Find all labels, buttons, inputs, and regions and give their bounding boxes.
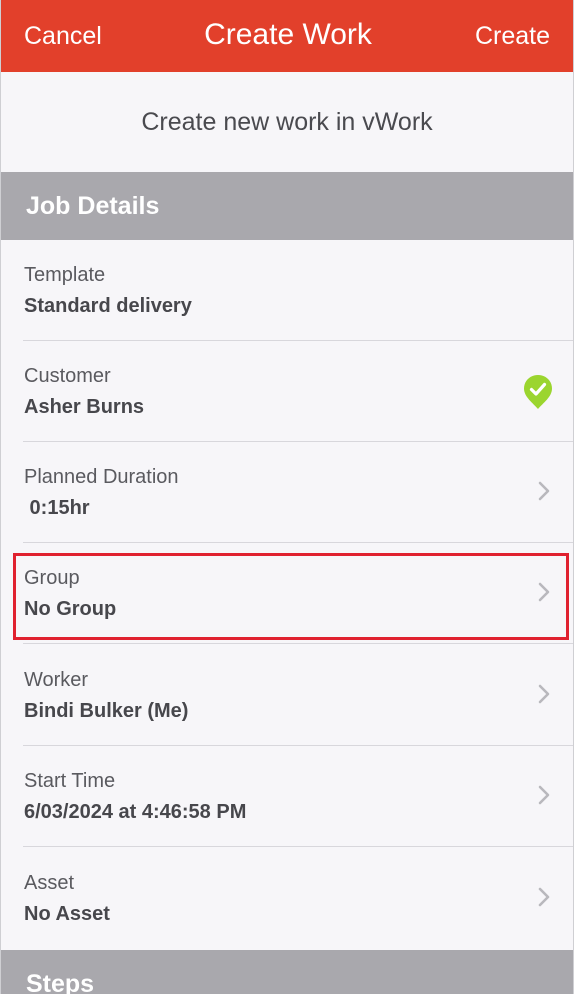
worker-value: Bindi Bulker (Me) bbox=[24, 700, 189, 722]
template-row[interactable]: Template Standard delivery bbox=[1, 240, 573, 341]
row-divider bbox=[23, 846, 573, 847]
customer-row[interactable]: Customer Asher Burns bbox=[1, 341, 573, 442]
asset-label: Asset bbox=[24, 872, 75, 894]
chevron-right-icon bbox=[538, 887, 550, 907]
group-label: Group bbox=[24, 567, 80, 589]
check-badge-icon bbox=[524, 375, 552, 409]
planned-duration-label: Planned Duration bbox=[24, 466, 179, 488]
section-header-steps: Steps bbox=[1, 950, 573, 994]
start-time-value: 6/03/2024 at 4:46:58 PM bbox=[24, 801, 247, 823]
create-button[interactable]: Create bbox=[475, 22, 550, 51]
start-time-label: Start Time bbox=[24, 770, 116, 792]
customer-label: Customer bbox=[24, 365, 111, 387]
chevron-right-icon bbox=[538, 582, 550, 602]
chevron-right-icon bbox=[538, 684, 550, 704]
worker-label: Worker bbox=[24, 669, 89, 691]
planned-duration-value: 0:15hr bbox=[24, 497, 90, 519]
planned-duration-row[interactable]: Planned Duration 0:15hr bbox=[1, 442, 573, 543]
template-value: Standard delivery bbox=[24, 295, 192, 317]
chevron-right-icon bbox=[538, 785, 550, 805]
chevron-right-icon bbox=[538, 481, 550, 501]
section-header-job-details: Job Details bbox=[1, 172, 573, 240]
worker-row[interactable]: Worker Bindi Bulker (Me) bbox=[1, 645, 573, 746]
asset-row[interactable]: Asset No Asset bbox=[1, 848, 573, 949]
navigation-bar: Cancel Create Work Create bbox=[1, 0, 573, 72]
create-work-screen: Cancel Create Work Create Create new wor… bbox=[0, 0, 574, 994]
start-time-row[interactable]: Start Time 6/03/2024 at 4:46:58 PM bbox=[1, 746, 573, 847]
page-subtitle: Create new work in vWork bbox=[141, 108, 433, 136]
group-row[interactable]: Group No Group bbox=[1, 543, 573, 644]
template-label: Template bbox=[24, 264, 106, 286]
asset-value: No Asset bbox=[24, 903, 110, 925]
group-value: No Group bbox=[24, 598, 117, 620]
row-divider bbox=[23, 643, 573, 644]
customer-value: Asher Burns bbox=[24, 396, 145, 418]
